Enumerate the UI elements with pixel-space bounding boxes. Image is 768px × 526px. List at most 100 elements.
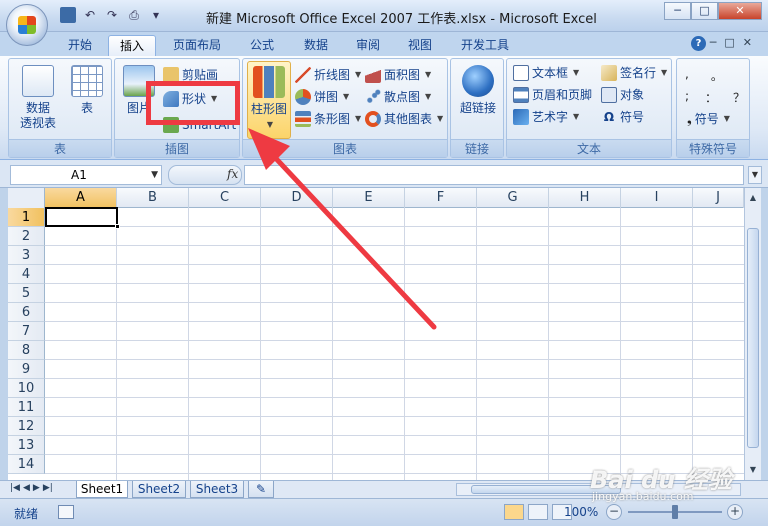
column-header[interactable]: C: [189, 188, 261, 208]
symbol-char[interactable]: 。: [711, 67, 723, 84]
wordart-button[interactable]: 艺术字 ▼: [513, 107, 579, 127]
prev-sheet-icon[interactable]: ◀: [23, 483, 30, 493]
save-icon[interactable]: [60, 7, 76, 23]
maximize-button[interactable]: □: [691, 2, 718, 20]
active-cell-a1[interactable]: [45, 207, 118, 227]
close-button[interactable]: ✕: [718, 2, 762, 20]
print-preview-icon[interactable]: ⎙: [126, 7, 142, 23]
tab-insert[interactable]: 插入: [108, 35, 156, 56]
row-header[interactable]: 9: [8, 360, 45, 379]
last-sheet-icon[interactable]: ▶|: [43, 483, 53, 493]
name-box-dropdown-icon[interactable]: ▼: [151, 166, 158, 184]
symbol-char[interactable]: ,: [685, 67, 689, 84]
tab-home[interactable]: 开始: [58, 35, 102, 56]
expand-formula-bar-icon[interactable]: ▼: [748, 166, 762, 184]
column-header[interactable]: H: [549, 188, 621, 208]
macro-record-icon[interactable]: [58, 505, 74, 519]
formula-input[interactable]: [244, 165, 744, 185]
redo-icon[interactable]: ↷: [104, 7, 120, 23]
row-header[interactable]: 13: [8, 436, 45, 455]
row-header[interactable]: 6: [8, 303, 45, 322]
column-header[interactable]: B: [117, 188, 189, 208]
tab-developer[interactable]: 开发工具: [452, 35, 518, 56]
row-header[interactable]: 7: [8, 322, 45, 341]
column-header[interactable]: D: [261, 188, 333, 208]
vertical-scrollbar[interactable]: ▲ ▼: [744, 188, 761, 480]
column-header[interactable]: I: [621, 188, 693, 208]
help-icon[interactable]: ?: [691, 36, 706, 51]
column-header[interactable]: J: [693, 188, 744, 208]
zoom-out-icon[interactable]: −: [606, 504, 622, 520]
ribbon: 数据 透视表 表 表 图片 剪贴画 形状 ▼ SmartArt 插图 柱形图 ▼…: [0, 56, 768, 160]
other-charts-label: 其他图表: [384, 112, 433, 126]
next-sheet-icon[interactable]: ▶: [33, 483, 40, 493]
symbol-char[interactable]: ：: [705, 89, 717, 106]
zoom-in-icon[interactable]: +: [727, 504, 743, 520]
symbol-button[interactable]: Ω 符号: [601, 107, 644, 127]
column-header[interactable]: F: [405, 188, 477, 208]
vertical-scroll-thumb[interactable]: [747, 228, 759, 448]
page-layout-view-icon[interactable]: [528, 504, 548, 520]
workbook-window-controls[interactable]: ─□✕: [710, 36, 760, 49]
bar-chart-button[interactable]: 条形图 ▼: [295, 109, 361, 129]
row-header[interactable]: 8: [8, 341, 45, 360]
zoom-slider-thumb[interactable]: [672, 505, 678, 519]
row-header[interactable]: 5: [8, 284, 45, 303]
row-header[interactable]: 1: [8, 208, 45, 227]
tab-page-layout[interactable]: 页面布局: [164, 35, 230, 56]
select-all-corner[interactable]: [8, 188, 45, 208]
sheet-tab-3[interactable]: Sheet3: [190, 481, 244, 498]
row-header[interactable]: 4: [8, 265, 45, 284]
column-chart-dropdown-icon: ▼: [266, 120, 274, 129]
column-chart-button[interactable]: 柱形图 ▼: [247, 61, 291, 139]
office-button[interactable]: [6, 4, 48, 46]
object-button[interactable]: 对象: [601, 85, 644, 105]
column-header[interactable]: G: [477, 188, 549, 208]
tab-view[interactable]: 视图: [398, 35, 442, 56]
line-chart-button[interactable]: 折线图 ▼: [295, 65, 361, 85]
column-chart-icon: [253, 66, 285, 98]
row-header[interactable]: 3: [8, 246, 45, 265]
symbol-char[interactable]: ？: [733, 89, 745, 106]
minimize-button[interactable]: ─: [664, 2, 691, 20]
tab-data[interactable]: 数据: [294, 35, 338, 56]
name-box[interactable]: A1 ▼: [10, 165, 162, 185]
undo-icon[interactable]: ↶: [82, 7, 98, 23]
sheet-tab-1[interactable]: Sheet1: [76, 481, 128, 498]
row-header[interactable]: 14: [8, 455, 45, 474]
tab-formulas[interactable]: 公式: [240, 35, 284, 56]
special-symbol-button[interactable]: ❟ 符号 ▼: [687, 109, 730, 129]
sheet-nav-buttons: |◀ ◀ ▶ ▶|: [10, 483, 53, 493]
customize-qat-icon[interactable]: ▾: [148, 7, 164, 23]
row-header[interactable]: 2: [8, 227, 45, 246]
scroll-down-icon[interactable]: ▼: [746, 462, 760, 478]
normal-view-icon[interactable]: [504, 504, 524, 520]
sheet-tab-2[interactable]: Sheet2: [132, 481, 186, 498]
insert-sheet-icon[interactable]: ✎: [248, 481, 274, 498]
scroll-up-icon[interactable]: ▲: [746, 190, 760, 206]
textbox-button[interactable]: 文本框 ▼: [513, 63, 579, 83]
pie-chart-button[interactable]: 饼图 ▼: [295, 87, 349, 107]
fill-handle[interactable]: [115, 224, 120, 229]
line-chart-icon: [295, 67, 311, 83]
row-header[interactable]: 12: [8, 417, 45, 436]
hyperlink-button[interactable]: 超链接: [455, 65, 501, 116]
header-footer-button[interactable]: 页眉和页脚: [513, 85, 592, 105]
row-header[interactable]: 10: [8, 379, 45, 398]
symbol-char[interactable]: ;: [685, 89, 689, 106]
cell-area[interactable]: [45, 208, 744, 480]
insert-function-icon[interactable]: fx: [227, 167, 238, 181]
column-header[interactable]: E: [333, 188, 405, 208]
scatter-chart-button[interactable]: 散点图 ▼: [365, 87, 431, 107]
column-header[interactable]: A: [45, 188, 117, 208]
first-sheet-icon[interactable]: |◀: [10, 483, 20, 493]
table-button[interactable]: 表: [67, 65, 107, 116]
area-chart-button[interactable]: 面积图 ▼: [365, 65, 431, 85]
other-charts-button[interactable]: 其他图表 ▼: [365, 109, 443, 129]
row-header[interactable]: 11: [8, 398, 45, 417]
zoom-level[interactable]: 100%: [564, 505, 598, 519]
signature-line-button[interactable]: 签名行 ▼: [601, 63, 667, 83]
tab-review[interactable]: 审阅: [346, 35, 390, 56]
pivot-table-button[interactable]: 数据 透视表: [13, 65, 63, 131]
signature-line-label: 签名行: [620, 66, 657, 80]
